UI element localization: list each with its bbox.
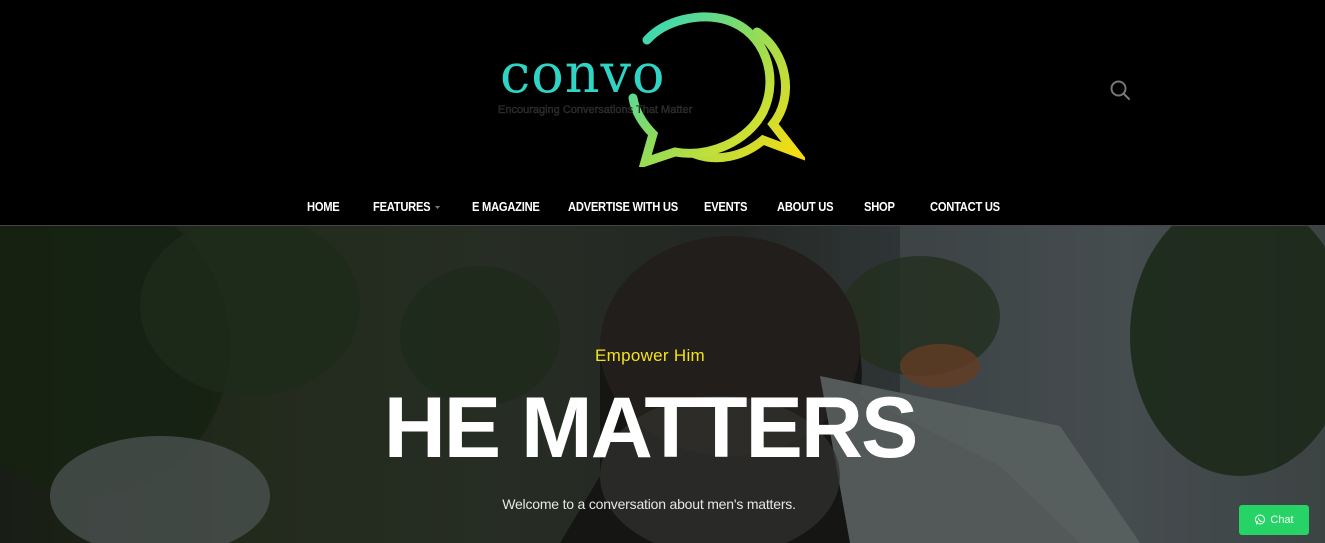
nav-item-shop[interactable]: SHOP	[864, 199, 895, 214]
nav-item-features-label: FEATURES	[373, 199, 431, 214]
nav-item-e-magazine[interactable]: E MAGAZINE	[472, 199, 540, 214]
nav-item-advertise-with-us[interactable]: ADVERTISE WITH US	[568, 199, 678, 214]
site-header: convo Encouraging Conversations That Mat…	[0, 0, 1325, 225]
chevron-down-icon	[434, 206, 440, 210]
nav-item-events[interactable]: EVENTS	[704, 199, 747, 214]
logo-wordmark: convo	[500, 42, 666, 105]
chat-button-label: Chat	[1270, 514, 1294, 526]
logo-tagline: Encouraging Conversations That Matter	[498, 104, 693, 116]
hero-banner: Empower Him HE MATTERS Welcome to a conv…	[0, 226, 1325, 543]
search-button[interactable]	[1108, 78, 1132, 102]
main-navigation: HOME FEATURES E MAGAZINE ADVERTISE WITH …	[0, 186, 1325, 226]
chat-button[interactable]: Chat	[1239, 505, 1309, 535]
hero-subtext: Welcome to a conversation about men's ma…	[502, 496, 796, 512]
site-logo[interactable]: convo Encouraging Conversations That Mat…	[495, 12, 805, 167]
hero-headline: HE MATTERS	[383, 380, 919, 476]
search-icon	[1110, 80, 1130, 100]
hero-eyebrow: Empower Him	[594, 346, 706, 365]
nav-item-about-us[interactable]: ABOUT US	[777, 199, 834, 214]
nav-item-contact-us[interactable]: CONTACT US	[930, 199, 1000, 214]
nav-item-home[interactable]: HOME	[307, 199, 340, 214]
whatsapp-icon	[1255, 514, 1266, 525]
nav-item-features[interactable]: FEATURES	[373, 199, 440, 214]
